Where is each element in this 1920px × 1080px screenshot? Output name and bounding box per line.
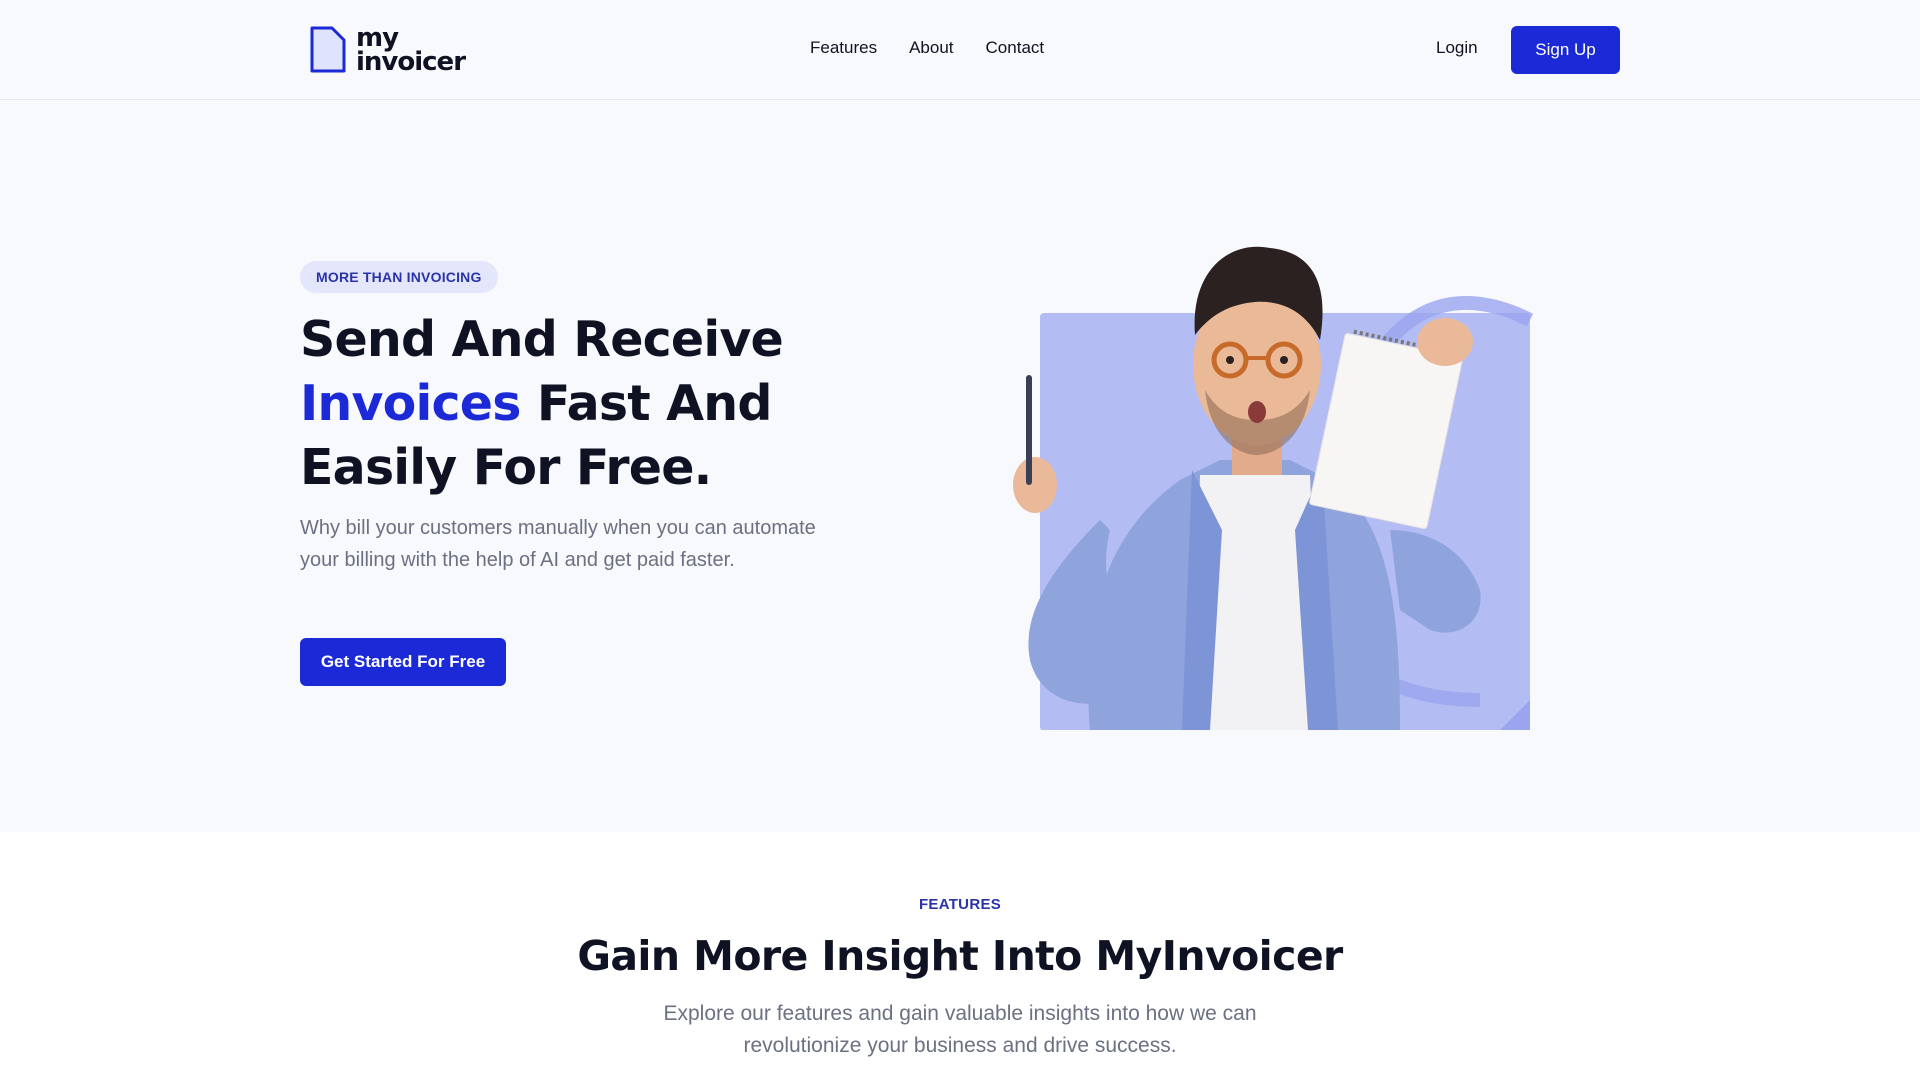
document-logo-icon — [310, 26, 346, 73]
hero-badge: MORE THAN INVOICING — [300, 261, 498, 293]
hero-title-accent: Invoices — [300, 375, 521, 432]
hero-title-part-1: Send And Receive — [300, 311, 784, 368]
features-title: Gain More Insight Into MyInvoicer — [577, 932, 1343, 980]
features-eyebrow: FEATURES — [918, 896, 1002, 913]
nav-link-features[interactable]: Features — [810, 38, 877, 58]
logo-link[interactable]: my invoicer — [306, 24, 466, 77]
login-link[interactable]: Login — [1436, 38, 1478, 58]
hero-section: MORE THAN INVOICING Send And Receive Inv… — [0, 100, 1920, 832]
features-description: Explore our features and gain valuable i… — [663, 1002, 1257, 1057]
nav-link-contact[interactable]: Contact — [986, 38, 1045, 58]
logo-line-2: invoicer — [356, 47, 466, 77]
logo-wordmark: my invoicer — [356, 25, 466, 77]
signup-button[interactable]: Sign Up — [1511, 26, 1620, 74]
top-navbar: my invoicer Features About Contact Login… — [0, 0, 1920, 100]
get-started-button[interactable]: Get Started For Free — [300, 638, 506, 686]
hero-title: Send And Receive Invoices Fast And Easil… — [300, 308, 860, 500]
main-nav: Features About Contact — [810, 38, 1044, 58]
person-holding-notepad-illustration — [1013, 246, 1534, 730]
nav-link-about[interactable]: About — [909, 38, 953, 58]
hero-description: Why bill your customers manually when yo… — [300, 517, 816, 571]
